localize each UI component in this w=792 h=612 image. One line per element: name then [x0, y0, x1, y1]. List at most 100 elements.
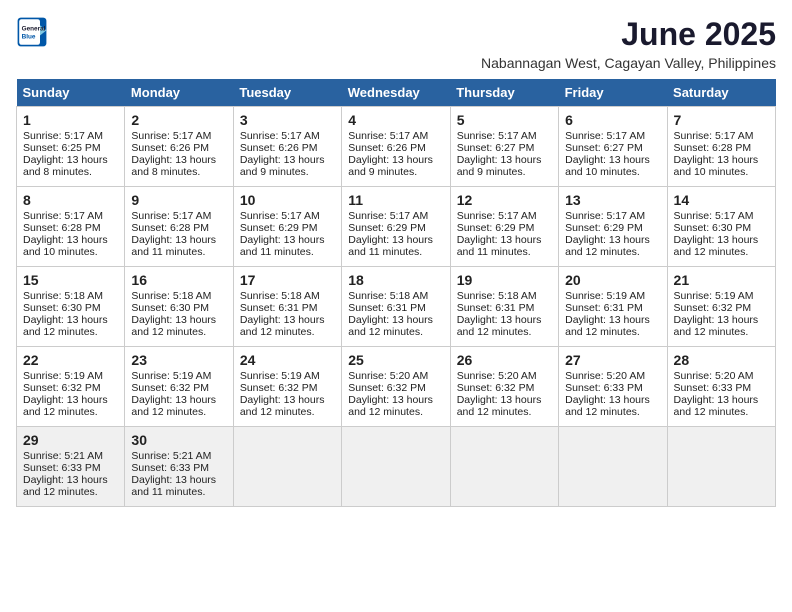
daylight-label: Daylight: 13 hours and 11 minutes. — [131, 234, 216, 258]
calendar-cell: 22 Sunrise: 5:19 AM Sunset: 6:32 PM Dayl… — [17, 347, 125, 427]
calendar-cell: 16 Sunrise: 5:18 AM Sunset: 6:30 PM Dayl… — [125, 267, 233, 347]
day-number: 27 — [565, 352, 660, 368]
daylight-label: Daylight: 13 hours and 9 minutes. — [457, 154, 542, 178]
day-number: 13 — [565, 192, 660, 208]
day-number: 20 — [565, 272, 660, 288]
daylight-label: Daylight: 13 hours and 12 minutes. — [457, 394, 542, 418]
sunrise-label: Sunrise: 5:21 AM — [23, 450, 103, 462]
sunrise-label: Sunrise: 5:19 AM — [23, 370, 103, 382]
sunrise-label: Sunrise: 5:20 AM — [457, 370, 537, 382]
calendar-cell: 11 Sunrise: 5:17 AM Sunset: 6:29 PM Dayl… — [342, 187, 450, 267]
calendar-cell: 14 Sunrise: 5:17 AM Sunset: 6:30 PM Dayl… — [667, 187, 775, 267]
calendar-cell — [667, 427, 775, 507]
sunrise-label: Sunrise: 5:20 AM — [348, 370, 428, 382]
sunrise-label: Sunrise: 5:19 AM — [131, 370, 211, 382]
sunrise-label: Sunrise: 5:18 AM — [348, 290, 428, 302]
daylight-label: Daylight: 13 hours and 12 minutes. — [565, 394, 650, 418]
daylight-label: Daylight: 13 hours and 9 minutes. — [348, 154, 433, 178]
logo: General Blue — [16, 16, 48, 48]
day-number: 19 — [457, 272, 552, 288]
calendar-cell: 29 Sunrise: 5:21 AM Sunset: 6:33 PM Dayl… — [17, 427, 125, 507]
week-row-5: 29 Sunrise: 5:21 AM Sunset: 6:33 PM Dayl… — [17, 427, 776, 507]
sunrise-label: Sunrise: 5:17 AM — [131, 210, 211, 222]
col-header-tuesday: Tuesday — [233, 79, 341, 107]
calendar-cell: 5 Sunrise: 5:17 AM Sunset: 6:27 PM Dayli… — [450, 107, 558, 187]
sunset-label: Sunset: 6:32 PM — [131, 382, 209, 394]
day-number: 4 — [348, 112, 443, 128]
calendar-cell: 7 Sunrise: 5:17 AM Sunset: 6:28 PM Dayli… — [667, 107, 775, 187]
sunrise-label: Sunrise: 5:17 AM — [565, 130, 645, 142]
day-number: 5 — [457, 112, 552, 128]
sunset-label: Sunset: 6:33 PM — [565, 382, 643, 394]
calendar-cell: 20 Sunrise: 5:19 AM Sunset: 6:31 PM Dayl… — [559, 267, 667, 347]
location-title: Nabannagan West, Cagayan Valley, Philipp… — [481, 55, 776, 71]
daylight-label: Daylight: 13 hours and 10 minutes. — [23, 234, 108, 258]
sunset-label: Sunset: 6:32 PM — [240, 382, 318, 394]
calendar-cell: 15 Sunrise: 5:18 AM Sunset: 6:30 PM Dayl… — [17, 267, 125, 347]
day-number: 24 — [240, 352, 335, 368]
svg-text:General: General — [22, 25, 46, 32]
day-number: 29 — [23, 432, 118, 448]
calendar-cell: 28 Sunrise: 5:20 AM Sunset: 6:33 PM Dayl… — [667, 347, 775, 427]
sunset-label: Sunset: 6:28 PM — [23, 222, 101, 234]
header-row: SundayMondayTuesdayWednesdayThursdayFrid… — [17, 79, 776, 107]
daylight-label: Daylight: 13 hours and 10 minutes. — [674, 154, 759, 178]
sunrise-label: Sunrise: 5:18 AM — [457, 290, 537, 302]
calendar-cell: 13 Sunrise: 5:17 AM Sunset: 6:29 PM Dayl… — [559, 187, 667, 267]
col-header-saturday: Saturday — [667, 79, 775, 107]
sunset-label: Sunset: 6:31 PM — [348, 302, 426, 314]
calendar-cell — [233, 427, 341, 507]
sunset-label: Sunset: 6:32 PM — [23, 382, 101, 394]
calendar-cell: 2 Sunrise: 5:17 AM Sunset: 6:26 PM Dayli… — [125, 107, 233, 187]
day-number: 26 — [457, 352, 552, 368]
calendar-cell: 19 Sunrise: 5:18 AM Sunset: 6:31 PM Dayl… — [450, 267, 558, 347]
sunset-label: Sunset: 6:26 PM — [348, 142, 426, 154]
sunrise-label: Sunrise: 5:18 AM — [23, 290, 103, 302]
daylight-label: Daylight: 13 hours and 10 minutes. — [565, 154, 650, 178]
sunset-label: Sunset: 6:29 PM — [457, 222, 535, 234]
calendar-cell: 1 Sunrise: 5:17 AM Sunset: 6:25 PM Dayli… — [17, 107, 125, 187]
calendar-cell: 26 Sunrise: 5:20 AM Sunset: 6:32 PM Dayl… — [450, 347, 558, 427]
calendar-cell: 9 Sunrise: 5:17 AM Sunset: 6:28 PM Dayli… — [125, 187, 233, 267]
day-number: 3 — [240, 112, 335, 128]
sunset-label: Sunset: 6:25 PM — [23, 142, 101, 154]
sunset-label: Sunset: 6:33 PM — [131, 462, 209, 474]
day-number: 22 — [23, 352, 118, 368]
daylight-label: Daylight: 13 hours and 11 minutes. — [348, 234, 433, 258]
sunset-label: Sunset: 6:32 PM — [348, 382, 426, 394]
sunset-label: Sunset: 6:33 PM — [23, 462, 101, 474]
day-number: 21 — [674, 272, 769, 288]
day-number: 10 — [240, 192, 335, 208]
daylight-label: Daylight: 13 hours and 12 minutes. — [457, 314, 542, 338]
calendar-cell: 30 Sunrise: 5:21 AM Sunset: 6:33 PM Dayl… — [125, 427, 233, 507]
daylight-label: Daylight: 13 hours and 11 minutes. — [131, 474, 216, 498]
sunrise-label: Sunrise: 5:17 AM — [674, 130, 754, 142]
month-title: June 2025 — [481, 16, 776, 53]
sunset-label: Sunset: 6:29 PM — [240, 222, 318, 234]
calendar-cell: 24 Sunrise: 5:19 AM Sunset: 6:32 PM Dayl… — [233, 347, 341, 427]
calendar-cell: 17 Sunrise: 5:18 AM Sunset: 6:31 PM Dayl… — [233, 267, 341, 347]
sunset-label: Sunset: 6:27 PM — [457, 142, 535, 154]
calendar-cell: 6 Sunrise: 5:17 AM Sunset: 6:27 PM Dayli… — [559, 107, 667, 187]
daylight-label: Daylight: 13 hours and 12 minutes. — [240, 314, 325, 338]
sunrise-label: Sunrise: 5:17 AM — [240, 130, 320, 142]
day-number: 15 — [23, 272, 118, 288]
daylight-label: Daylight: 13 hours and 12 minutes. — [240, 394, 325, 418]
day-number: 6 — [565, 112, 660, 128]
sunset-label: Sunset: 6:30 PM — [131, 302, 209, 314]
calendar-cell — [342, 427, 450, 507]
sunset-label: Sunset: 6:31 PM — [457, 302, 535, 314]
sunset-label: Sunset: 6:29 PM — [565, 222, 643, 234]
sunset-label: Sunset: 6:31 PM — [240, 302, 318, 314]
day-number: 14 — [674, 192, 769, 208]
sunrise-label: Sunrise: 5:17 AM — [240, 210, 320, 222]
sunrise-label: Sunrise: 5:17 AM — [23, 130, 103, 142]
day-number: 9 — [131, 192, 226, 208]
col-header-monday: Monday — [125, 79, 233, 107]
week-row-1: 1 Sunrise: 5:17 AM Sunset: 6:25 PM Dayli… — [17, 107, 776, 187]
sunrise-label: Sunrise: 5:21 AM — [131, 450, 211, 462]
daylight-label: Daylight: 13 hours and 12 minutes. — [674, 394, 759, 418]
sunset-label: Sunset: 6:28 PM — [131, 222, 209, 234]
daylight-label: Daylight: 13 hours and 12 minutes. — [131, 314, 216, 338]
sunrise-label: Sunrise: 5:20 AM — [565, 370, 645, 382]
